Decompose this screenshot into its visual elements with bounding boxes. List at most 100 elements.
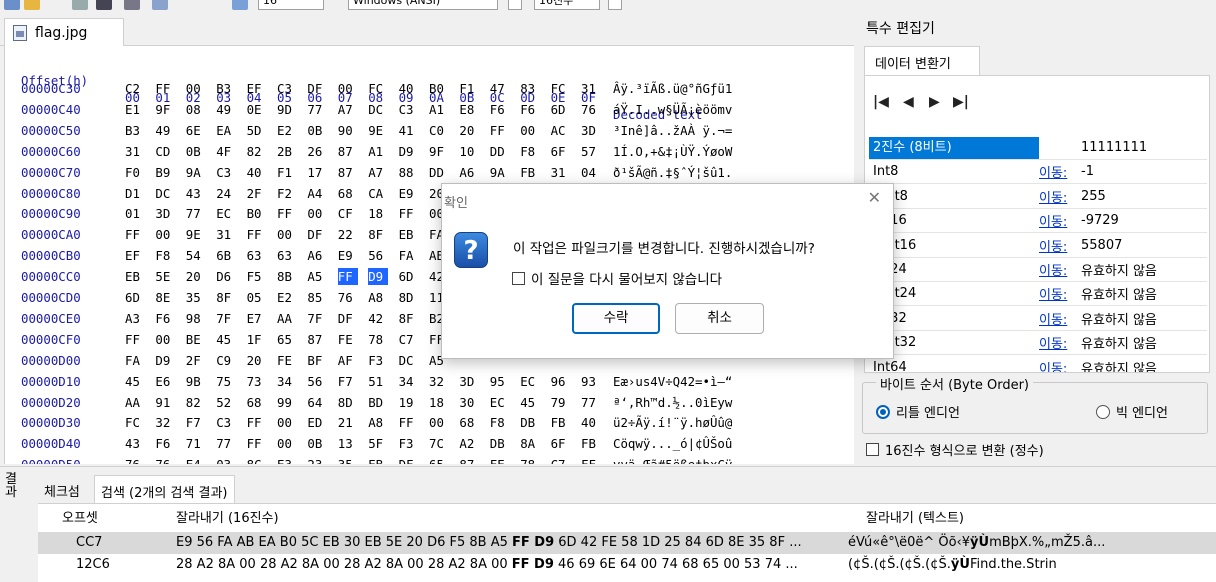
file-tab[interactable]: flag.jpg	[4, 18, 124, 46]
hex-byte[interactable]: 19	[399, 394, 421, 411]
hex-byte[interactable]: 20	[186, 268, 208, 285]
hex-byte[interactable]: CA	[368, 185, 390, 202]
hex-byte[interactable]: 6D	[399, 268, 421, 285]
hex-byte[interactable]: E4	[186, 456, 208, 464]
converter-row[interactable]: Int16이동:-9729	[869, 209, 1207, 234]
hex-byte[interactable]: D6	[216, 268, 238, 285]
hex-byte[interactable]: FC	[368, 80, 390, 97]
hex-byte[interactable]: 45	[216, 331, 238, 348]
goto-link[interactable]: 이동:	[1039, 309, 1081, 328]
cancel-button[interactable]: 취소	[675, 303, 764, 334]
hex-byte[interactable]: A6	[459, 164, 481, 181]
hex-byte[interactable]: 47	[490, 80, 512, 97]
hex-byte[interactable]: 6E	[186, 122, 208, 139]
hex-byte[interactable]: 98	[186, 310, 208, 327]
hex-byte[interactable]: 87	[307, 331, 329, 348]
hex-byte[interactable]: 21	[338, 414, 360, 431]
accept-button[interactable]: 수락	[572, 303, 660, 334]
hex-byte[interactable]: C7	[399, 331, 421, 348]
hex-byte[interactable]: F1	[459, 80, 481, 97]
hex-byte[interactable]: F7	[338, 373, 360, 390]
goto-link[interactable]: 이동:	[1039, 236, 1081, 255]
hex-byte[interactable]: C3	[277, 80, 299, 97]
hex-byte[interactable]: 3D	[459, 373, 481, 390]
hex-byte[interactable]: 0B	[307, 122, 329, 139]
toolbar-checkbox[interactable]	[508, 0, 522, 10]
hex-byte[interactable]: A3	[125, 310, 147, 327]
hex-byte[interactable]: 31	[551, 164, 573, 181]
hex-byte[interactable]: 23	[307, 456, 329, 464]
hex-byte[interactable]: 35	[186, 289, 208, 306]
hex-byte[interactable]: 51	[368, 373, 390, 390]
hex-byte[interactable]: DF	[399, 456, 421, 464]
hex-byte[interactable]: 13	[338, 435, 360, 452]
hex-byte[interactable]: B0	[429, 80, 451, 97]
hex-byte[interactable]: 35	[338, 456, 360, 464]
hex-byte[interactable]: A2	[459, 435, 481, 452]
hex-byte[interactable]: 9B	[186, 373, 208, 390]
goto-link[interactable]: 이동:	[1039, 284, 1081, 303]
hex-byte[interactable]: F3	[368, 352, 390, 369]
hex-byte[interactable]: A8	[368, 289, 390, 306]
hex-byte[interactable]: 30	[459, 394, 481, 411]
hex-byte[interactable]: EB	[399, 226, 421, 243]
hex-byte[interactable]: 45	[125, 373, 147, 390]
hex-byte[interactable]: 76	[338, 289, 360, 306]
hex-byte[interactable]: 65	[277, 331, 299, 348]
hex-byte[interactable]: AC	[551, 122, 573, 139]
hex-byte[interactable]: FC	[125, 414, 147, 431]
hex-convert-checkbox[interactable]: 16진수 형식으로 변환 (정수)	[866, 440, 1044, 459]
hex-byte[interactable]: AA	[277, 310, 299, 327]
hex-byte[interactable]: E3	[277, 456, 299, 464]
hex-byte[interactable]: B3	[216, 80, 238, 97]
hex-byte[interactable]: 20	[247, 352, 269, 369]
converter-row[interactable]: UInt32 이동: 유효하지 않음	[869, 331, 1207, 356]
hex-byte[interactable]: 00	[520, 122, 542, 139]
selected-byte[interactable]: D9	[368, 268, 389, 286]
hex-byte[interactable]: 91	[155, 394, 177, 411]
hex-byte[interactable]: BE	[186, 331, 208, 348]
hex-byte[interactable]: DB	[520, 414, 542, 431]
hex-byte[interactable]: 0B	[186, 143, 208, 160]
hex-byte[interactable]: BD	[368, 394, 390, 411]
hex-byte[interactable]: 00	[155, 331, 177, 348]
hex-byte[interactable]: FC	[551, 80, 573, 97]
hex-byte[interactable]: F8	[155, 247, 177, 264]
hex-byte[interactable]: 93	[581, 373, 603, 390]
hex-byte[interactable]: 32	[429, 373, 451, 390]
hex-byte[interactable]: FF	[581, 456, 603, 464]
hex-byte[interactable]: 5D	[247, 122, 269, 139]
hex-byte[interactable]: FF	[247, 414, 269, 431]
hex-byte[interactable]: A1	[368, 143, 390, 160]
hex-byte[interactable]: 79	[551, 394, 573, 411]
hex-byte[interactable]: 7C	[429, 435, 451, 452]
hex-byte[interactable]: 00	[429, 414, 451, 431]
hex-byte[interactable]: 63	[277, 247, 299, 264]
decoded-text[interactable]: ð¹šÃ@ñ.‡§ˆÝ¦šû1.	[613, 164, 732, 181]
hex-byte[interactable]: FE	[338, 331, 360, 348]
decoded-text[interactable]: áŸ.I..w§ÜÃ¡èöömv	[613, 101, 732, 118]
hex-byte[interactable]: B9	[155, 164, 177, 181]
hex-byte[interactable]: 75	[216, 373, 238, 390]
hex-byte[interactable]: 40	[399, 80, 421, 97]
hex-byte[interactable]: 6B	[216, 247, 238, 264]
decoded-text[interactable]: ü2÷Ãÿ.í!¨ÿ.høÛû@	[613, 414, 732, 431]
hex-byte[interactable]: 54	[186, 247, 208, 264]
tab-checksum[interactable]: 체크섬	[38, 475, 86, 503]
toolbar-checkbox-2[interactable]	[608, 0, 622, 10]
hex-byte[interactable]: 00	[277, 435, 299, 452]
columns-icon[interactable]	[232, 0, 248, 10]
hex-byte[interactable]: 52	[216, 394, 238, 411]
hex-byte[interactable]: EA	[216, 122, 238, 139]
hex-byte[interactable]: E2	[277, 122, 299, 139]
hex-byte[interactable]: F0	[125, 164, 147, 181]
cube-icon[interactable]	[124, 0, 140, 10]
hex-byte[interactable]: FF	[277, 205, 299, 222]
hex-byte[interactable]: 34	[277, 373, 299, 390]
hex-byte[interactable]: F6	[520, 101, 542, 118]
hex-byte[interactable]: 56	[307, 373, 329, 390]
hex-byte[interactable]: E2	[277, 289, 299, 306]
hex-byte[interactable]: FF	[399, 205, 421, 222]
hex-byte[interactable]: BF	[307, 352, 329, 369]
hex-byte[interactable]: E9	[399, 185, 421, 202]
